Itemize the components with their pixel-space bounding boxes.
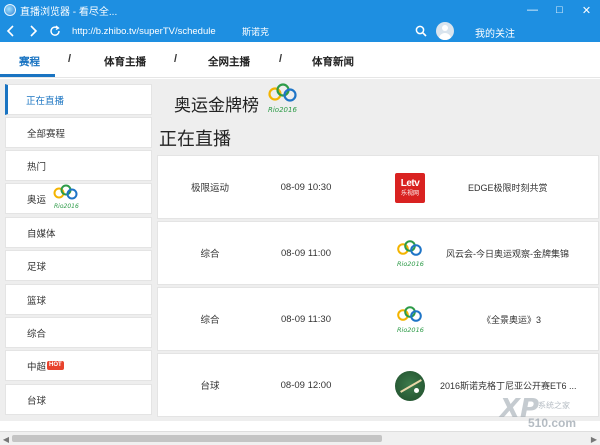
close-button[interactable]: ✕ [573, 0, 600, 20]
scroll-left-icon[interactable]: ◀ [0, 433, 12, 445]
row-program-title[interactable]: EDGE极限时刻共赏 [438, 156, 600, 218]
my-follow-link[interactable]: 我的关注 [475, 25, 515, 40]
row-category: 台球 [200, 381, 220, 392]
schedule-row[interactable]: 综合 08-09 11:00 Rio2016 风云会-今日奥运观察-金牌集锦 [157, 221, 599, 285]
sidebar-item-label: 综合 [27, 328, 47, 340]
row-category: 综合 [200, 249, 220, 260]
tab-separator: / [174, 53, 178, 65]
tab-all-anchors[interactable]: 全网主播 [208, 54, 250, 69]
row-time: 08-09 12:00 [280, 379, 332, 391]
schedule-row[interactable]: 综合 08-09 11:30 Rio2016 《全景奥运》3 [157, 287, 599, 351]
sidebar-item-label: 正在直播 [26, 95, 65, 107]
sidebar-item-football[interactable]: 足球 [5, 250, 152, 281]
sidebar-item-label: 中超 [27, 361, 47, 373]
minimize-button[interactable]: — [519, 0, 546, 20]
tab-schedule[interactable]: 赛程 [19, 54, 40, 69]
sidebar-item-basketball[interactable]: 篮球 [5, 284, 152, 315]
back-icon[interactable] [0, 20, 22, 42]
sidebar: 正在直播 全部赛程 热门 奥运 Rio2016 自媒体 足球 篮球 综合 中超 … [0, 79, 156, 421]
row-time: 08-09 11:30 [280, 313, 331, 325]
svg-text:Rio2016: Rio2016 [54, 203, 79, 210]
sidebar-item-all-schedule[interactable]: 全部赛程 [5, 117, 152, 148]
svg-text:Rio2016: Rio2016 [268, 106, 297, 114]
sidebar-item-label: 自媒体 [27, 228, 56, 240]
sidebar-item-olympics[interactable]: 奥运 Rio2016 [5, 183, 152, 214]
window-controls: — □ ✕ [519, 0, 600, 20]
letv-logo-icon: Letv 乐视网 [394, 172, 426, 204]
hot-badge: HOT [47, 361, 64, 370]
rio-2016-logo-icon: Rio2016 [266, 81, 300, 118]
sidebar-item-label: 全部赛程 [27, 128, 66, 140]
rio-2016-logo-icon: Rio2016 [52, 183, 80, 214]
rio-2016-logo-icon: Rio2016 [394, 238, 426, 270]
maximize-button[interactable]: □ [546, 0, 573, 20]
tab-sports-anchors[interactable]: 体育主播 [104, 54, 146, 69]
sidebar-item-live[interactable]: 正在直播 [5, 84, 152, 115]
sidebar-item-csl[interactable]: 中超 HOT [5, 350, 152, 381]
avatar-icon[interactable] [436, 22, 454, 40]
watermark-logo: XP 系统之家 510.com [500, 394, 577, 430]
sidebar-item-we-media[interactable]: 自媒体 [5, 217, 152, 248]
app-icon [4, 4, 16, 16]
tab-separator: / [279, 53, 283, 65]
sidebar-item-label: 足球 [27, 261, 47, 273]
sidebar-item-label: 奥运 [27, 194, 47, 206]
sidebar-item-hot[interactable]: 热门 [5, 150, 152, 181]
row-program-title[interactable]: 《全景奥运》3 [438, 288, 600, 350]
sidebar-item-label: 热门 [27, 161, 47, 173]
row-program-title[interactable]: 风云会-今日奥运观察-金牌集锦 [438, 222, 600, 284]
row-category: 综合 [200, 315, 220, 326]
row-time: 08-09 10:30 [280, 181, 332, 193]
live-section-heading: 正在直播 [159, 129, 231, 149]
forward-icon[interactable] [22, 20, 44, 42]
snooker-logo-icon [394, 370, 426, 402]
search-icon[interactable] [412, 22, 430, 40]
window-title: 直播浏览器 - 看尽全... [20, 6, 118, 18]
svg-text:Rio2016: Rio2016 [397, 260, 424, 268]
refresh-icon[interactable] [44, 20, 66, 42]
sidebar-item-general[interactable]: 综合 [5, 317, 152, 348]
medal-table-title[interactable]: 奥运金牌榜 [174, 91, 259, 116]
tab-separator: / [68, 53, 72, 65]
tab-sports-news[interactable]: 体育新闻 [312, 54, 354, 69]
category-tabs: 赛程 / 体育主播 / 全网主播 / 体育新闻 [0, 42, 600, 78]
title-bar: 直播浏览器 - 看尽全... — □ ✕ [0, 0, 600, 20]
row-category: 极限运动 [190, 183, 229, 194]
sidebar-item-label: 台球 [27, 395, 47, 407]
schedule-row[interactable]: 极限运动 08-09 10:30 Letv 乐视网 EDGE极限时刻共赏 [157, 155, 599, 219]
active-tab-indicator [0, 74, 55, 77]
main-content: 奥运金牌榜 Rio2016 正在直播 极限运动 08-09 10:30 Letv… [156, 79, 600, 421]
address-bar[interactable]: http://b.zhibo.tv/superTV/schedule [72, 26, 232, 37]
scrollbar-thumb[interactable] [12, 435, 382, 442]
sidebar-item-billiards[interactable]: 台球 [5, 384, 152, 415]
sidebar-item-label: 篮球 [27, 295, 47, 307]
rio-2016-logo-icon: Rio2016 [394, 304, 426, 336]
row-time: 08-09 11:00 [280, 247, 331, 259]
svg-text:Rio2016: Rio2016 [397, 326, 424, 334]
scroll-right-icon[interactable]: ▶ [588, 433, 600, 445]
navigation-bar: http://b.zhibo.tv/superTV/schedule 斯诺克 我… [0, 20, 600, 42]
search-input[interactable]: 斯诺克 [242, 25, 269, 38]
